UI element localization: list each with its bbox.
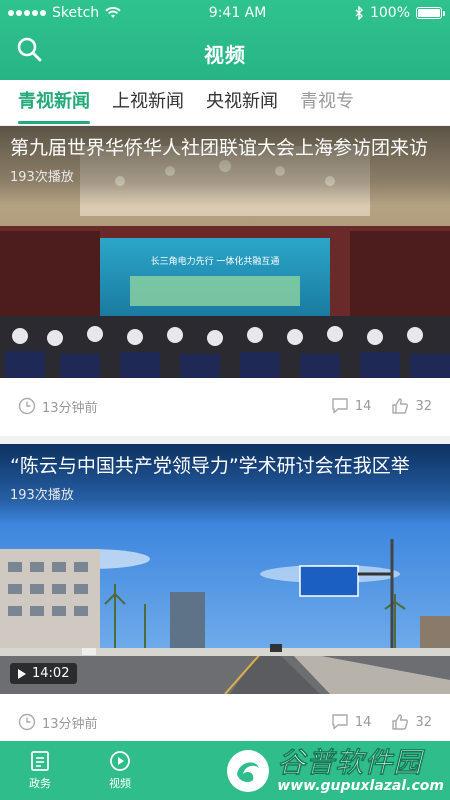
carrier-label: Sketch bbox=[52, 5, 100, 21]
posted-time: 13分钟前 bbox=[42, 400, 98, 416]
bluetooth-icon bbox=[355, 6, 363, 20]
video-caption-overlay: “陈云与中国共产党领导力”学术研讨会在我区举 193次播放 bbox=[0, 444, 450, 524]
video-title: 第九届世界华侨华人社团联谊大会上海参访团来访 bbox=[10, 137, 429, 159]
watermark-url: www.gupuxlazal.com bbox=[277, 777, 444, 794]
bottom-tab-video[interactable]: 视频 bbox=[80, 750, 160, 791]
comment-count: 14 bbox=[354, 714, 372, 730]
watermark-logo-icon bbox=[227, 749, 270, 792]
video-caption-overlay: 第九届世界华侨华人社团联谊大会上海参访团来访 193次播放 bbox=[0, 126, 450, 206]
video-card[interactable]: “陈云与中国共产党领导力”学术研讨会在我区举 193次播放 14:02 13分钟… bbox=[0, 444, 450, 744]
thumbs-up-icon bbox=[392, 714, 409, 730]
watermark-name: 谷普软件园 bbox=[277, 745, 423, 779]
play-count: 193次播放 bbox=[10, 170, 74, 185]
card-divider bbox=[0, 436, 450, 444]
tab-cctv-news[interactable]: 央视新闻 bbox=[206, 80, 278, 125]
like-button[interactable]: 32 bbox=[391, 713, 432, 731]
search-icon[interactable] bbox=[16, 36, 44, 64]
duration-badge: 14:02 bbox=[10, 663, 78, 684]
clock-icon bbox=[18, 713, 36, 731]
category-tabs: 青视新闻 上视新闻 央视新闻 青视专 bbox=[0, 80, 450, 126]
like-count: 32 bbox=[415, 398, 432, 414]
signal-icon bbox=[8, 10, 46, 16]
wifi-icon bbox=[105, 7, 121, 18]
tab-label: 青视专 bbox=[300, 90, 354, 112]
document-icon bbox=[31, 751, 49, 771]
comment-icon bbox=[332, 398, 348, 414]
comment-icon bbox=[332, 714, 348, 730]
page-title: 视频 bbox=[204, 42, 246, 67]
like-count: 32 bbox=[415, 714, 432, 730]
like-button[interactable]: 32 bbox=[391, 397, 432, 415]
video-card[interactable]: 长三角电力先行 一体化共融互通 第九届世界华侨华人社团联谊大会上海参访团来访 1… bbox=[0, 126, 450, 436]
clock: 9:41 AM bbox=[208, 5, 267, 21]
comment-button[interactable]: 14 bbox=[331, 397, 372, 415]
tab-shangshi-news[interactable]: 上视新闻 bbox=[112, 80, 184, 125]
play-icon bbox=[18, 668, 26, 679]
tab-label: 青视新闻 bbox=[18, 90, 90, 112]
posted-time: 13分钟前 bbox=[42, 716, 98, 732]
video-meta: 13分钟前 14 32 bbox=[0, 378, 450, 434]
thumbs-up-icon bbox=[392, 398, 409, 414]
battery-icon bbox=[416, 7, 445, 19]
bottom-tab-label: 视频 bbox=[109, 777, 131, 790]
play-circle-icon bbox=[110, 751, 130, 771]
comment-button[interactable]: 14 bbox=[331, 713, 372, 731]
active-tab-indicator bbox=[18, 120, 90, 124]
bottom-tab-bar: 政务 视频 谷普软件园 www.gupuxlazal.com bbox=[0, 741, 450, 800]
video-duration: 14:02 bbox=[32, 666, 70, 681]
stage-screen-text: 长三角电力先行 一体化共融互通 bbox=[151, 255, 280, 267]
comment-count: 14 bbox=[354, 398, 372, 414]
battery-percent: 100% bbox=[369, 5, 410, 21]
video-thumbnail[interactable]: 长三角电力先行 一体化共融互通 第九届世界华侨华人社团联谊大会上海参访团来访 1… bbox=[0, 126, 450, 378]
tab-qingshi-special[interactable]: 青视专 bbox=[300, 80, 354, 125]
status-bar: Sketch 9:41 AM 100% bbox=[0, 0, 450, 26]
tab-label: 上视新闻 bbox=[112, 90, 184, 112]
bottom-tab-government[interactable]: 政务 bbox=[0, 750, 80, 791]
tab-label: 央视新闻 bbox=[206, 90, 278, 112]
site-watermark: 谷普软件园 www.gupuxlazal.com bbox=[225, 741, 444, 800]
clock-icon bbox=[18, 397, 36, 415]
tab-qingshi-news[interactable]: 青视新闻 bbox=[0, 80, 90, 125]
app-header: Sketch 9:41 AM 100% 视频 bbox=[0, 0, 450, 80]
play-count: 193次播放 bbox=[10, 488, 74, 503]
bottom-tab-label: 政务 bbox=[29, 777, 51, 790]
video-thumbnail[interactable]: “陈云与中国共产党领导力”学术研讨会在我区举 193次播放 14:02 bbox=[0, 444, 450, 694]
video-title: “陈云与中国共产党领导力”学术研讨会在我区举 bbox=[10, 455, 410, 477]
